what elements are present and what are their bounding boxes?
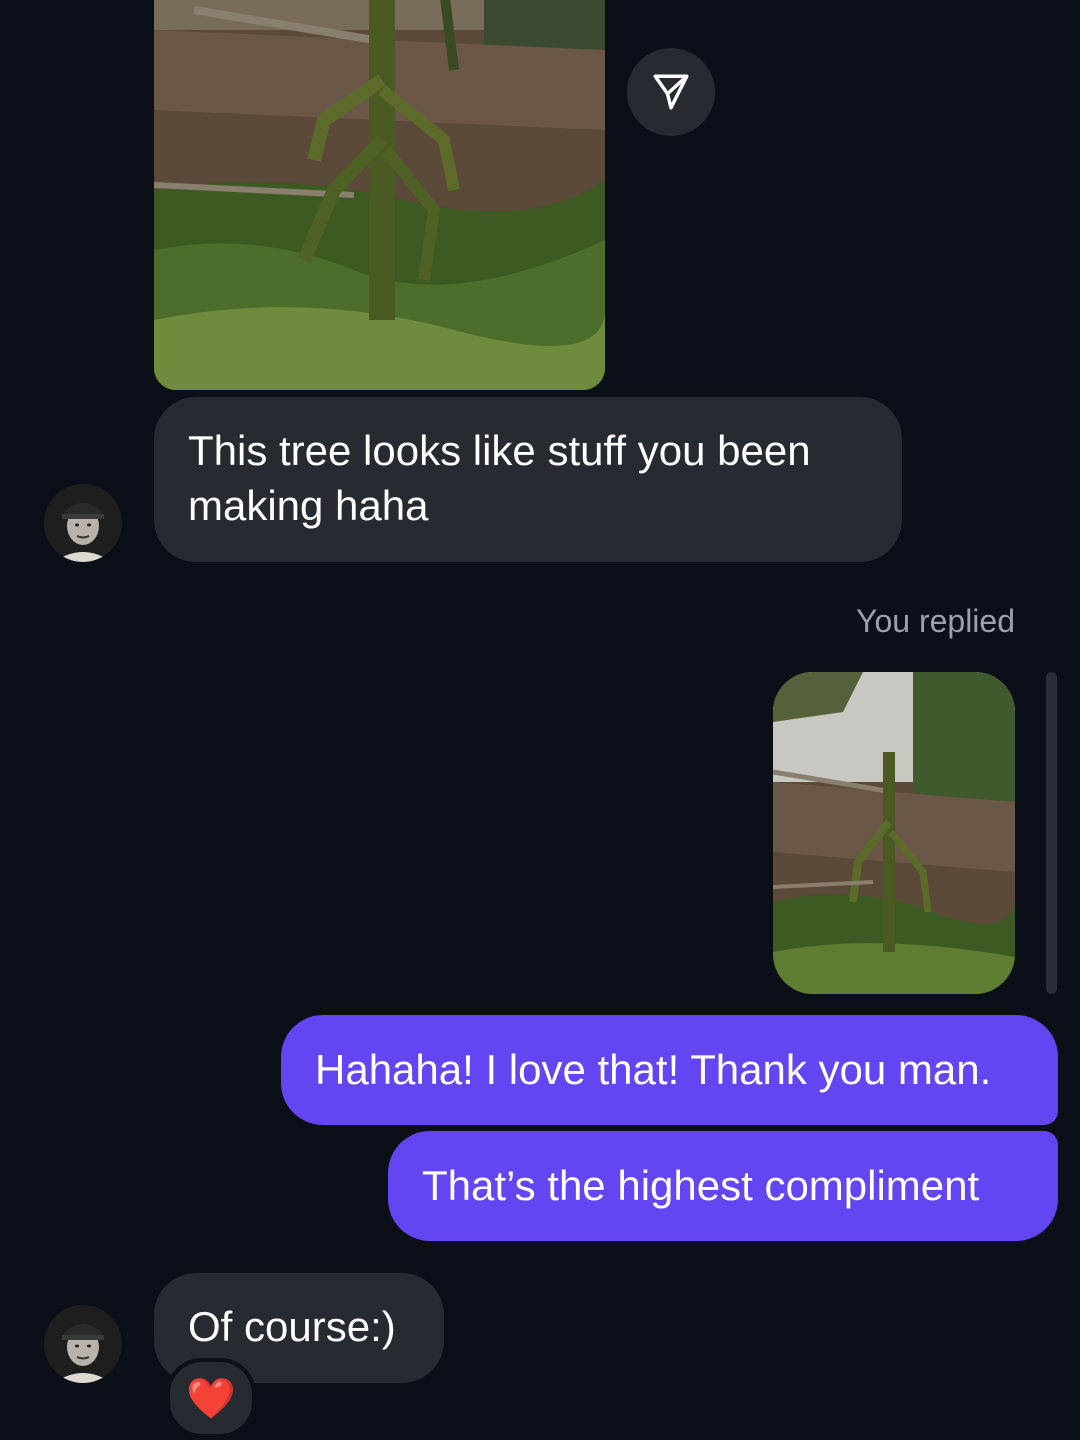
outgoing-message-bubble[interactable]: That’s the highest compliment	[388, 1131, 1058, 1241]
avatar-image	[44, 484, 122, 562]
message-reaction[interactable]: ❤️	[166, 1358, 256, 1438]
message-text: This tree looks like stuff you been maki…	[188, 427, 811, 529]
shared-photo[interactable]	[154, 0, 605, 390]
replied-label: You replied	[856, 603, 1015, 639]
incoming-message-bubble[interactable]: This tree looks like stuff you been maki…	[154, 397, 902, 562]
message-text: That’s the highest compliment	[422, 1162, 980, 1209]
avatar-image	[44, 1305, 122, 1383]
heart-icon: ❤️	[186, 1376, 236, 1421]
reply-indicator-bar	[1046, 672, 1057, 994]
message-text: Hahaha! I love that! Thank you man.	[315, 1046, 992, 1093]
share-button[interactable]	[627, 48, 715, 136]
contact-avatar[interactable]	[44, 484, 122, 562]
message-text: Of course:)	[188, 1303, 396, 1350]
shared-photo-image	[154, 0, 605, 390]
contact-avatar[interactable]	[44, 1305, 122, 1383]
replied-photo-thumbnail[interactable]	[773, 672, 1015, 994]
outgoing-message-bubble[interactable]: Hahaha! I love that! Thank you man.	[281, 1015, 1058, 1125]
paper-plane-icon	[653, 74, 689, 110]
replied-photo-image	[773, 672, 1015, 994]
